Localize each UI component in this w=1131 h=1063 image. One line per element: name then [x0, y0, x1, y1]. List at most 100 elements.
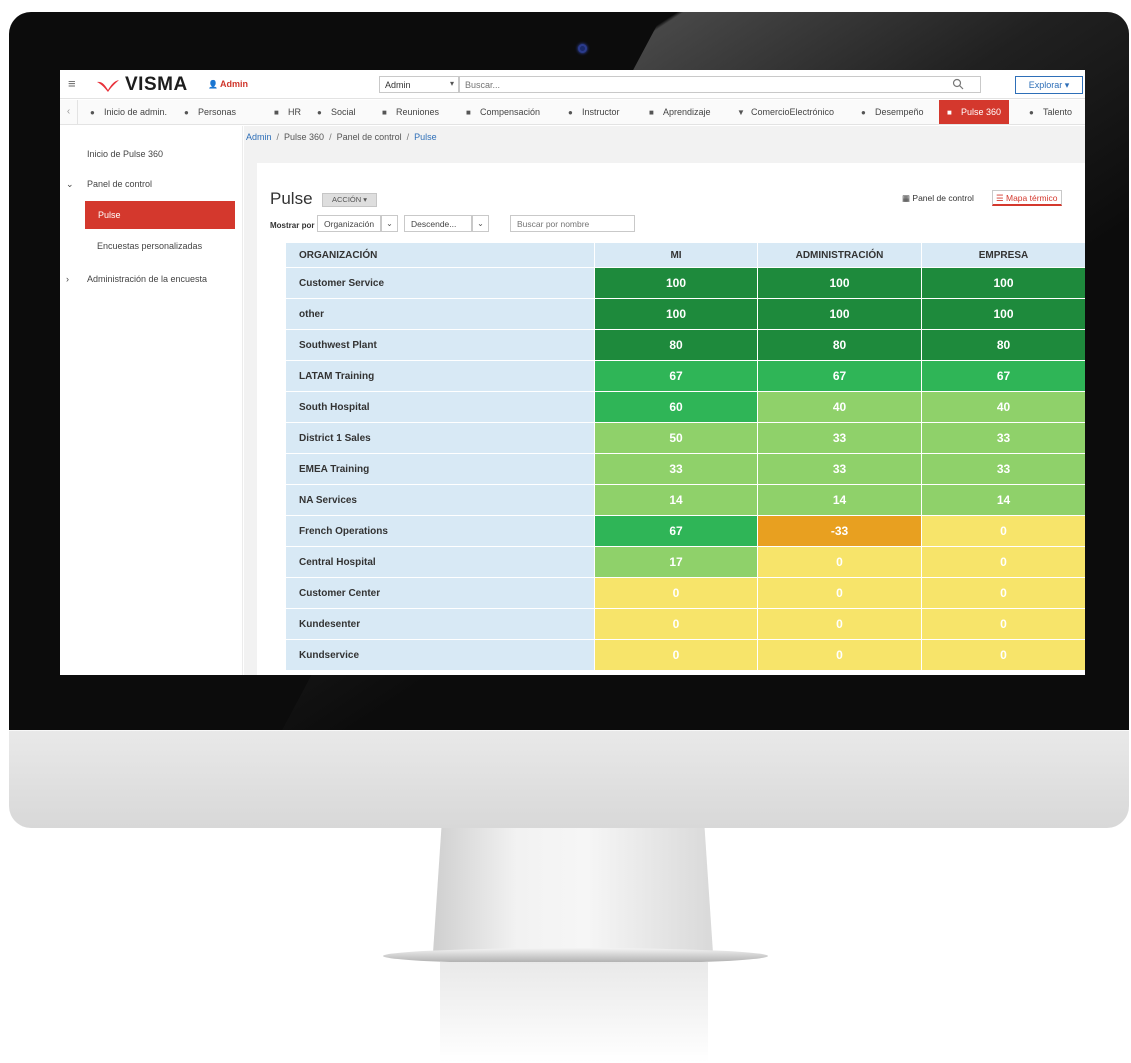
breadcrumb-panel[interactable]: Panel de control	[337, 132, 402, 142]
sidebar-item-pulse[interactable]: Pulse	[85, 201, 235, 229]
chevron-down-icon[interactable]: ⌄	[381, 215, 398, 232]
org-name: LATAM Training	[285, 360, 595, 392]
nav-scroll-left-icon[interactable]: ‹	[60, 100, 78, 124]
stand-reflection	[440, 962, 708, 1063]
sidebar-item-admin-encuesta[interactable]: Administración de la encuesta	[87, 274, 207, 284]
visma-logo-icon	[97, 80, 119, 92]
heat-cell: 67	[757, 360, 922, 392]
nav-item-pulse-360[interactable]: ■ Pulse 360	[939, 100, 1010, 124]
heat-cell: -33	[757, 515, 922, 547]
org-name: other	[285, 298, 595, 330]
view-dashboard-button[interactable]: ▦ Panel de control	[902, 193, 974, 204]
breadcrumb-admin[interactable]: Admin	[246, 132, 272, 142]
table-row[interactable]: District 1 Sales 50 33 33	[285, 422, 1085, 454]
explore-button[interactable]: Explorar ▾	[1015, 76, 1083, 94]
nav-item-comercio[interactable]: ▼ ComercioElectrónico	[737, 100, 834, 124]
heat-cell: 0	[921, 515, 1085, 547]
explore-label: Explorar	[1028, 80, 1063, 90]
imac-mockup: ≡ VISMA 👤Admin Admin▾ Explorar ▾ ‹ ●Inic…	[0, 0, 1131, 1063]
heat-cell: 67	[594, 515, 758, 547]
breadcrumb-separator: /	[406, 132, 410, 142]
camera-icon	[578, 44, 587, 53]
learning-icon: ■	[649, 108, 654, 117]
table-row[interactable]: NA Services 14 14 14	[285, 484, 1085, 516]
admin-user-icon: 👤	[208, 80, 218, 89]
search-icon[interactable]	[952, 78, 964, 90]
chevron-down-icon[interactable]: ⌄	[66, 179, 74, 190]
org-name: French Operations	[285, 515, 595, 547]
table-row[interactable]: LATAM Training 67 67 67	[285, 360, 1085, 392]
column-header-administracion[interactable]: ADMINISTRACIÓN	[757, 242, 922, 268]
view-dashboard-label: Panel de control	[912, 193, 974, 203]
chevron-right-icon[interactable]: ›	[66, 274, 69, 284]
nav-item-compensacion[interactable]: ■ Compensación	[466, 100, 540, 124]
pulse-icon: ■	[947, 108, 952, 117]
heat-cell: 100	[757, 298, 922, 330]
nav-item-inicio-admin[interactable]: ● Inicio de admin.	[90, 100, 167, 124]
breadcrumb-pulse: Pulse	[414, 132, 437, 142]
table-row[interactable]: Kundesenter 0 0 0	[285, 608, 1085, 640]
org-name: EMEA Training	[285, 453, 595, 485]
sidebar-item-panel-de-control[interactable]: Panel de control	[87, 179, 152, 189]
admin-role-tag[interactable]: 👤 Admin	[208, 79, 248, 89]
nav-item-social[interactable]: ● Social	[317, 100, 356, 124]
nav-item-aprendizaje[interactable]: ■ Aprendizaje	[649, 100, 711, 124]
heat-cell: 0	[757, 577, 922, 609]
breadcrumb-pulse-360[interactable]: Pulse 360	[284, 132, 324, 142]
pulse-card: Pulse ACCIÓN ▾ ▦ Panel de control ☰ Mapa…	[257, 163, 1085, 675]
nav-item-instructor[interactable]: ● Instructor	[568, 100, 620, 124]
compensation-icon: ■	[466, 108, 471, 117]
table-row[interactable]: Customer Center 0 0 0	[285, 577, 1085, 609]
group-by-select[interactable]: Organización	[317, 215, 381, 232]
nav-item-personas[interactable]: ● Personas	[184, 100, 236, 124]
chevron-down-icon: ▾	[449, 79, 454, 88]
heat-cell: 80	[757, 329, 922, 361]
sidebar-item-pulse-home[interactable]: Inicio de Pulse 360	[87, 149, 163, 159]
performance-icon: ●	[861, 108, 866, 117]
heat-cell: 0	[921, 577, 1085, 609]
heat-cell: 33	[757, 422, 922, 454]
column-header-mi[interactable]: MI	[594, 242, 758, 268]
nav-item-reuniones[interactable]: ■ Reuniones	[382, 100, 439, 124]
nav-item-hr[interactable]: ■ HR	[274, 100, 301, 124]
nav-item-desempeno[interactable]: ● Desempeño	[861, 100, 924, 124]
view-heatmap-button[interactable]: ☰ Mapa térmico	[992, 190, 1062, 206]
nav-item-talento[interactable]: ● Talento	[1029, 100, 1072, 124]
table-row[interactable]: French Operations 67 -33 0	[285, 515, 1085, 547]
instructor-icon: ●	[568, 108, 573, 117]
action-label: ACCIÓN	[331, 195, 362, 204]
scope-select[interactable]: Admin ▾	[379, 76, 459, 93]
org-name: South Hospital	[285, 391, 595, 423]
hamburger-menu-icon[interactable]: ≡	[68, 77, 76, 90]
global-search-input[interactable]	[459, 76, 981, 93]
column-header-empresa[interactable]: EMPRESA	[921, 242, 1085, 268]
table-row[interactable]: Southwest Plant 80 80 80	[285, 329, 1085, 361]
heat-cell: 33	[757, 453, 922, 485]
name-search-input[interactable]	[510, 215, 635, 232]
heat-cell: 0	[921, 546, 1085, 578]
sort-select[interactable]: Descende...	[404, 215, 472, 232]
table-row[interactable]: Customer Service 100 100 100	[285, 267, 1085, 299]
table-row[interactable]: EMEA Training 33 33 33	[285, 453, 1085, 485]
list-icon: ☰	[996, 193, 1004, 203]
nav-item-label: Reuniones	[396, 107, 440, 117]
heat-cell: 60	[594, 391, 758, 423]
chevron-down-icon[interactable]: ⌄	[472, 215, 489, 232]
action-button[interactable]: ACCIÓN ▾	[322, 193, 377, 207]
table-row[interactable]: Kundservice 0 0 0	[285, 639, 1085, 671]
nav-item-label: Pulse 360	[961, 107, 1002, 117]
column-header-organizacion[interactable]: ORGANIZACIÓN	[285, 242, 595, 268]
logo-text: VISMA	[125, 74, 188, 95]
table-row[interactable]: other 100 100 100	[285, 298, 1085, 330]
table-row[interactable]: South Hospital 60 40 40	[285, 391, 1085, 423]
heat-cell: 100	[594, 298, 758, 330]
heat-cell: 67	[594, 360, 758, 392]
talent-icon: ●	[1029, 108, 1034, 117]
sidebar-item-encuestas[interactable]: Encuestas personalizadas	[97, 241, 202, 251]
sidebar-fade	[60, 586, 238, 675]
visma-logo[interactable]: VISMA	[96, 74, 188, 96]
heat-cell: 17	[594, 546, 758, 578]
heat-cell: 67	[921, 360, 1085, 392]
ecommerce-icon: ▼	[737, 108, 745, 117]
table-row[interactable]: Central Hospital 17 0 0	[285, 546, 1085, 578]
